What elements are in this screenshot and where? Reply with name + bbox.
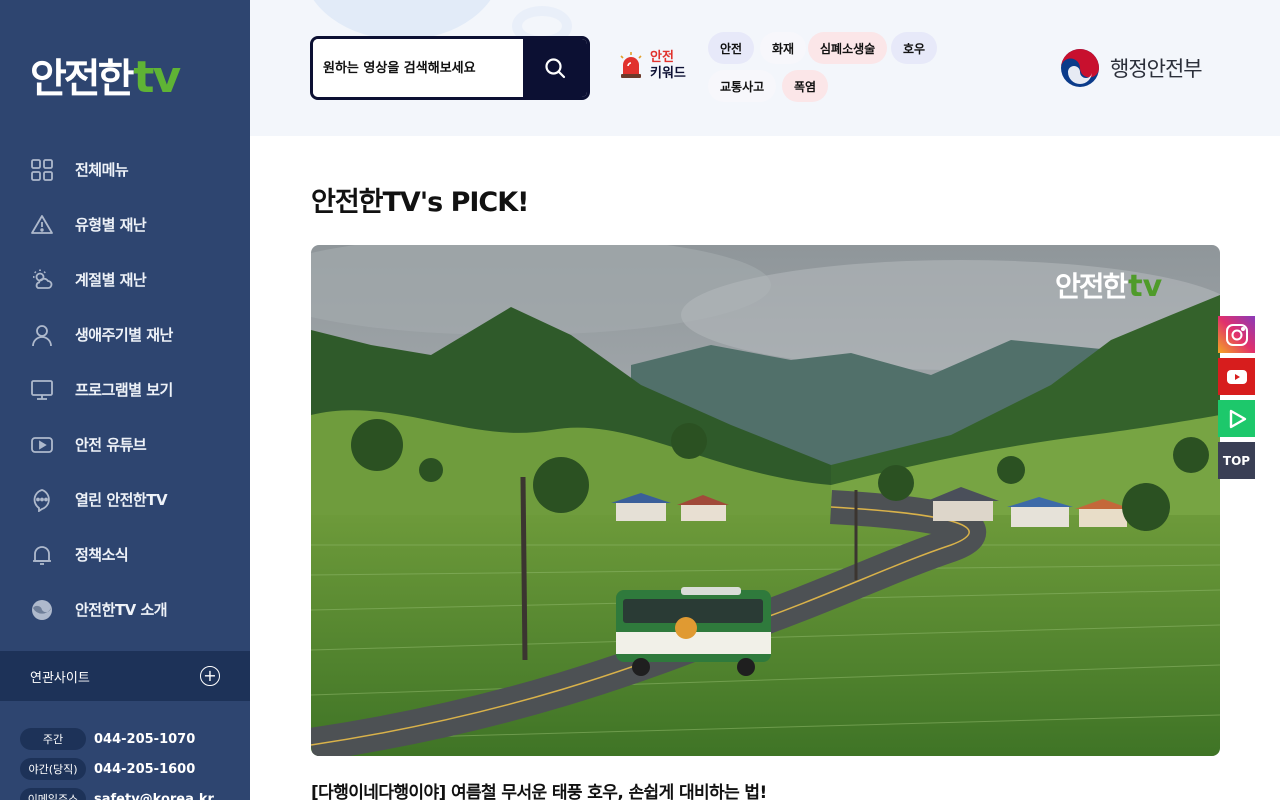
watermark-tv: tv bbox=[1128, 269, 1163, 304]
header-decoration bbox=[302, 0, 502, 40]
monitor-icon bbox=[30, 378, 54, 402]
sidebar-item-policy[interactable]: 정책소식 bbox=[0, 527, 250, 582]
keyword-chip[interactable]: 화재 bbox=[760, 32, 807, 64]
ministry-name: 행정안전부 bbox=[1110, 57, 1203, 81]
keyword-chip[interactable]: 교통사고 bbox=[708, 70, 777, 102]
weather-icon bbox=[30, 268, 54, 292]
sidebar-item-open-tv[interactable]: 열린 안전한TV bbox=[0, 472, 250, 527]
social-floaters: TOP bbox=[1218, 316, 1255, 484]
landscape-illustration bbox=[311, 245, 1220, 756]
keyword-chip[interactable]: 안전 bbox=[708, 32, 755, 64]
contact-day: 주간 044-205-1070 bbox=[20, 724, 214, 754]
instagram-button[interactable] bbox=[1218, 316, 1255, 353]
keyword-chip[interactable]: 폭염 bbox=[782, 70, 829, 102]
contact-email: 이메일주소 safetv@korea.kr bbox=[20, 784, 214, 800]
sidebar-item-label: 안전 유튜브 bbox=[75, 436, 147, 454]
sidebar-item-label: 안전한TV 소개 bbox=[75, 601, 168, 619]
chat-icon bbox=[30, 488, 54, 512]
keyword-title-top: 안전 bbox=[650, 50, 674, 65]
sidebar-item-disaster-type[interactable]: 유형별 재난 bbox=[0, 197, 250, 252]
featured-video-title[interactable]: [다행이네다행이야] 여름철 무서운 태풍 호우, 손쉽게 대비하는 법! bbox=[311, 778, 767, 800]
grid-icon bbox=[30, 158, 54, 182]
search-button[interactable] bbox=[523, 39, 587, 97]
contact-value[interactable]: safetv@korea.kr bbox=[94, 792, 214, 800]
contact-value: 044-205-1070 bbox=[94, 731, 196, 747]
plus-icon: + bbox=[200, 666, 220, 686]
logo-text: 안전한 bbox=[30, 56, 134, 102]
sidebar-item-label: 열린 안전한TV bbox=[75, 491, 168, 509]
emblem-icon bbox=[30, 598, 54, 622]
keyword-title-bottom: 키워드 bbox=[650, 66, 686, 81]
contact-night: 야간(당직) 044-205-1600 bbox=[20, 754, 214, 784]
ministry-logo[interactable]: 행정안전부 bbox=[1060, 48, 1203, 88]
sidebar-item-label: 정책소식 bbox=[75, 546, 129, 564]
search-box bbox=[310, 36, 590, 100]
sidebar-item-seasonal[interactable]: 계절별 재난 bbox=[0, 252, 250, 307]
siren-icon bbox=[620, 52, 642, 78]
sidebar-item-programs[interactable]: 프로그램별 보기 bbox=[0, 362, 250, 417]
related-sites-toggle[interactable]: 연관사이트 + bbox=[0, 651, 250, 701]
logo-tv: tv bbox=[133, 52, 181, 103]
pick-section-title: 안전한TV's PICK! bbox=[311, 187, 529, 218]
search-icon bbox=[545, 58, 566, 79]
sidebar-item-youtube[interactable]: 안전 유튜브 bbox=[0, 417, 250, 472]
play-icon bbox=[30, 433, 54, 457]
sidebar-item-lifecycle[interactable]: 생애주기별 재난 bbox=[0, 307, 250, 362]
tv-play-button[interactable] bbox=[1218, 400, 1255, 437]
keyword-chip[interactable]: 호우 bbox=[891, 32, 938, 64]
warning-icon bbox=[30, 213, 54, 237]
video-watermark: 안전한 tv bbox=[1055, 265, 1162, 305]
bell-icon bbox=[30, 543, 54, 567]
sidebar-item-about[interactable]: 안전한TV 소개 bbox=[0, 582, 250, 637]
search-input[interactable] bbox=[313, 39, 523, 97]
scroll-top-button[interactable]: TOP bbox=[1218, 442, 1255, 479]
safety-keyword-heading: 안전 키워드 bbox=[618, 50, 686, 82]
taegeuk-emblem-icon bbox=[1061, 49, 1099, 87]
sidebar: 안전한 tv 전체메뉴 유형별 재난 계절별 재난 생애주기별 재난 프로그램별… bbox=[0, 0, 250, 800]
contact-tag: 주간 bbox=[20, 728, 86, 750]
site-logo[interactable]: 안전한 tv bbox=[30, 46, 181, 103]
sidebar-nav: 전체메뉴 유형별 재난 계절별 재난 생애주기별 재난 프로그램별 보기 안전 … bbox=[0, 142, 250, 637]
top-header: 안전 키워드 안전 화재 심폐소생술 호우 교통사고 폭염 행정안전부 bbox=[250, 0, 1280, 136]
sidebar-item-label: 프로그램별 보기 bbox=[75, 381, 173, 399]
keyword-chip[interactable]: 심폐소생술 bbox=[808, 32, 888, 64]
instagram-icon bbox=[1225, 323, 1248, 346]
youtube-icon bbox=[1226, 369, 1247, 384]
related-sites-label: 연관사이트 bbox=[30, 670, 90, 686]
keyword-title: 안전 키워드 bbox=[650, 50, 686, 82]
featured-video-thumbnail[interactable]: 안전한 tv bbox=[311, 245, 1220, 756]
sidebar-item-label: 유형별 재난 bbox=[75, 216, 147, 234]
contact-value: 044-205-1600 bbox=[94, 761, 196, 777]
sidebar-item-all-menu[interactable]: 전체메뉴 bbox=[0, 142, 250, 197]
contact-tag: 이메일주소 bbox=[20, 788, 86, 800]
watermark-text: 안전한 bbox=[1055, 270, 1128, 303]
sidebar-item-label: 생애주기별 재난 bbox=[75, 326, 173, 344]
contact-info: 주간 044-205-1070 야간(당직) 044-205-1600 이메일주… bbox=[20, 724, 214, 800]
sidebar-item-label: 전체메뉴 bbox=[75, 161, 129, 179]
youtube-button[interactable] bbox=[1218, 358, 1255, 395]
person-icon bbox=[30, 323, 54, 347]
contact-tag: 야간(당직) bbox=[20, 758, 86, 780]
sidebar-item-label: 계절별 재난 bbox=[75, 271, 147, 289]
play-store-icon bbox=[1229, 409, 1246, 428]
